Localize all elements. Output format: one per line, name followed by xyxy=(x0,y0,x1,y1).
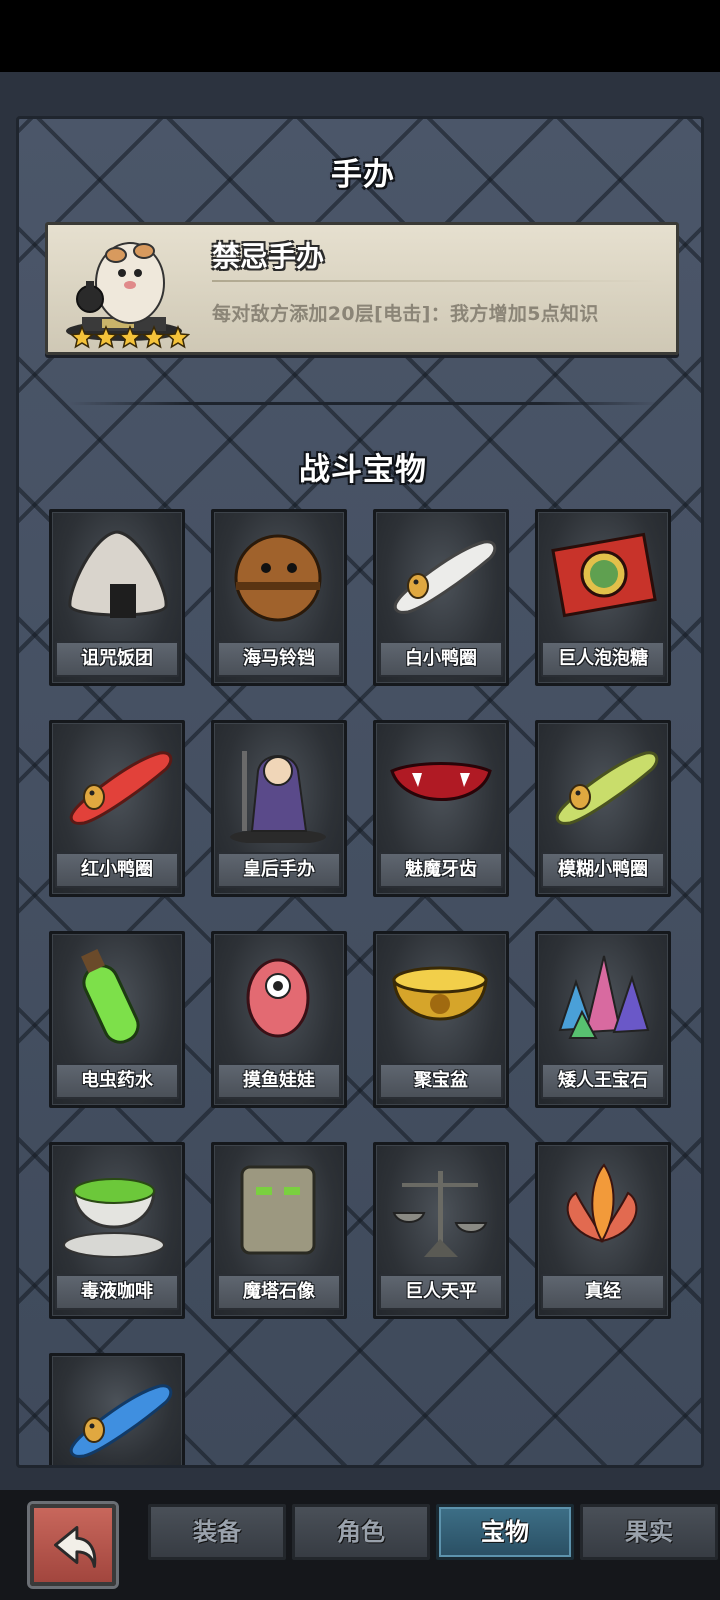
treasure-label: 巨人泡泡糖 xyxy=(541,641,665,677)
figure-card[interactable]: 禁忌手办 每对敌方添加20层[电击]：我方增加5点知识 xyxy=(45,222,679,355)
treasure-label: 模糊小鸭圈 xyxy=(541,852,665,888)
star-icon xyxy=(165,325,190,349)
treasure-label: 聚宝盆 xyxy=(379,1063,503,1099)
figure-section-title: 手办 xyxy=(331,157,395,193)
treasure-item[interactable]: 白小鸭圈 xyxy=(373,509,509,686)
app-frame: 手办 禁忌手办 每对敌方添加20层[电击]：我方增加5点知识 战斗宝物 诅咒饭团… xyxy=(0,72,720,1490)
treasure-label: 巨人天平 xyxy=(379,1274,503,1310)
figure-description: 每对敌方添加20层[电击]：我方增加5点知识 xyxy=(212,303,599,325)
figure-name: 禁忌手办 xyxy=(212,240,325,273)
treasure-item[interactable]: 巨人泡泡糖 xyxy=(535,509,671,686)
treasure-label: 真经 xyxy=(541,1274,665,1310)
section-divider xyxy=(69,402,659,405)
green-duck-ring-icon xyxy=(555,751,659,825)
treasure-label: 毒液咖啡 xyxy=(55,1274,179,1310)
back-button[interactable] xyxy=(30,1504,116,1586)
stone-statue-icon xyxy=(240,1165,316,1255)
treasure-label: 魔塔石像 xyxy=(217,1274,341,1310)
treasure-label: 矮人王宝石 xyxy=(541,1063,665,1099)
doll-icon xyxy=(246,958,310,1038)
fangs-icon xyxy=(390,762,492,801)
treasure-label: 魅魔牙齿 xyxy=(379,852,503,888)
star-icon xyxy=(70,325,95,349)
back-arrow-icon xyxy=(54,1526,97,1568)
potion-icon xyxy=(81,949,140,1044)
treasure-label: 白小鸭圈 xyxy=(379,641,503,677)
figure-divider xyxy=(212,280,658,282)
treasure-item[interactable] xyxy=(49,1353,185,1465)
treasure-item[interactable]: 魔塔石像 xyxy=(211,1142,347,1319)
star-rating xyxy=(70,325,190,349)
red-duck-ring-icon xyxy=(69,751,173,825)
treasure-item[interactable]: 诅咒饭团 xyxy=(49,509,185,686)
treasure-item[interactable]: 电虫药水 xyxy=(49,931,185,1108)
treasure-panel[interactable]: 手办 禁忌手办 每对敌方添加20层[电击]：我方增加5点知识 战斗宝物 诅咒饭团… xyxy=(16,116,704,1468)
star-icon xyxy=(141,325,167,349)
tab-treasure[interactable]: 宝物 xyxy=(436,1504,574,1560)
queen-figure-icon xyxy=(230,751,326,843)
treasure-item[interactable]: 真经 xyxy=(535,1142,671,1319)
star-icon xyxy=(117,325,143,349)
treasure-item[interactable]: 红小鸭圈 xyxy=(49,720,185,897)
gems-icon xyxy=(558,955,650,1039)
tab-equipment[interactable]: 装备 xyxy=(148,1504,286,1560)
treasure-label: 红小鸭圈 xyxy=(55,852,179,888)
treasure-item[interactable]: 毒液咖啡 xyxy=(49,1142,185,1319)
treasure-item[interactable]: 矮人王宝石 xyxy=(535,931,671,1108)
treasure-item[interactable]: 模糊小鸭圈 xyxy=(535,720,671,897)
blue-duck-ring-icon xyxy=(69,1384,173,1458)
treasure-item[interactable]: 皇后手办 xyxy=(211,720,347,897)
scales-icon xyxy=(392,1171,488,1257)
bell-icon xyxy=(234,534,322,622)
white-duck-ring-icon xyxy=(393,540,497,614)
treasure-item[interactable]: 聚宝盆 xyxy=(373,931,509,1108)
tab-fruit[interactable]: 果实 xyxy=(580,1504,718,1560)
lotus-icon xyxy=(566,1163,638,1244)
treasure-label: 海马铃铛 xyxy=(217,641,341,677)
treasure-item[interactable]: 魅魔牙齿 xyxy=(373,720,509,897)
treasure-label: 摸鱼娃娃 xyxy=(217,1063,341,1099)
treasure-bowl-icon xyxy=(392,966,488,1021)
coffee-cup-icon xyxy=(63,1178,165,1258)
treasure-item[interactable]: 海马铃铛 xyxy=(211,509,347,686)
treasure-item[interactable]: 巨人天平 xyxy=(373,1142,509,1319)
treasure-label: 电虫药水 xyxy=(55,1063,179,1099)
battle-section-title: 战斗宝物 xyxy=(299,452,427,488)
treasure-label: 诅咒饭团 xyxy=(55,641,179,677)
treasure-label: 皇后手办 xyxy=(217,852,341,888)
rice-ball-icon xyxy=(68,530,168,618)
bottom-bar: 装备 角色 宝物 果实 xyxy=(0,1490,720,1600)
tab-character[interactable]: 角色 xyxy=(292,1504,430,1560)
status-bar xyxy=(0,0,720,72)
treasure-item[interactable]: 摸鱼娃娃 xyxy=(211,931,347,1108)
bubblegum-icon xyxy=(551,532,657,618)
star-icon xyxy=(93,325,119,349)
